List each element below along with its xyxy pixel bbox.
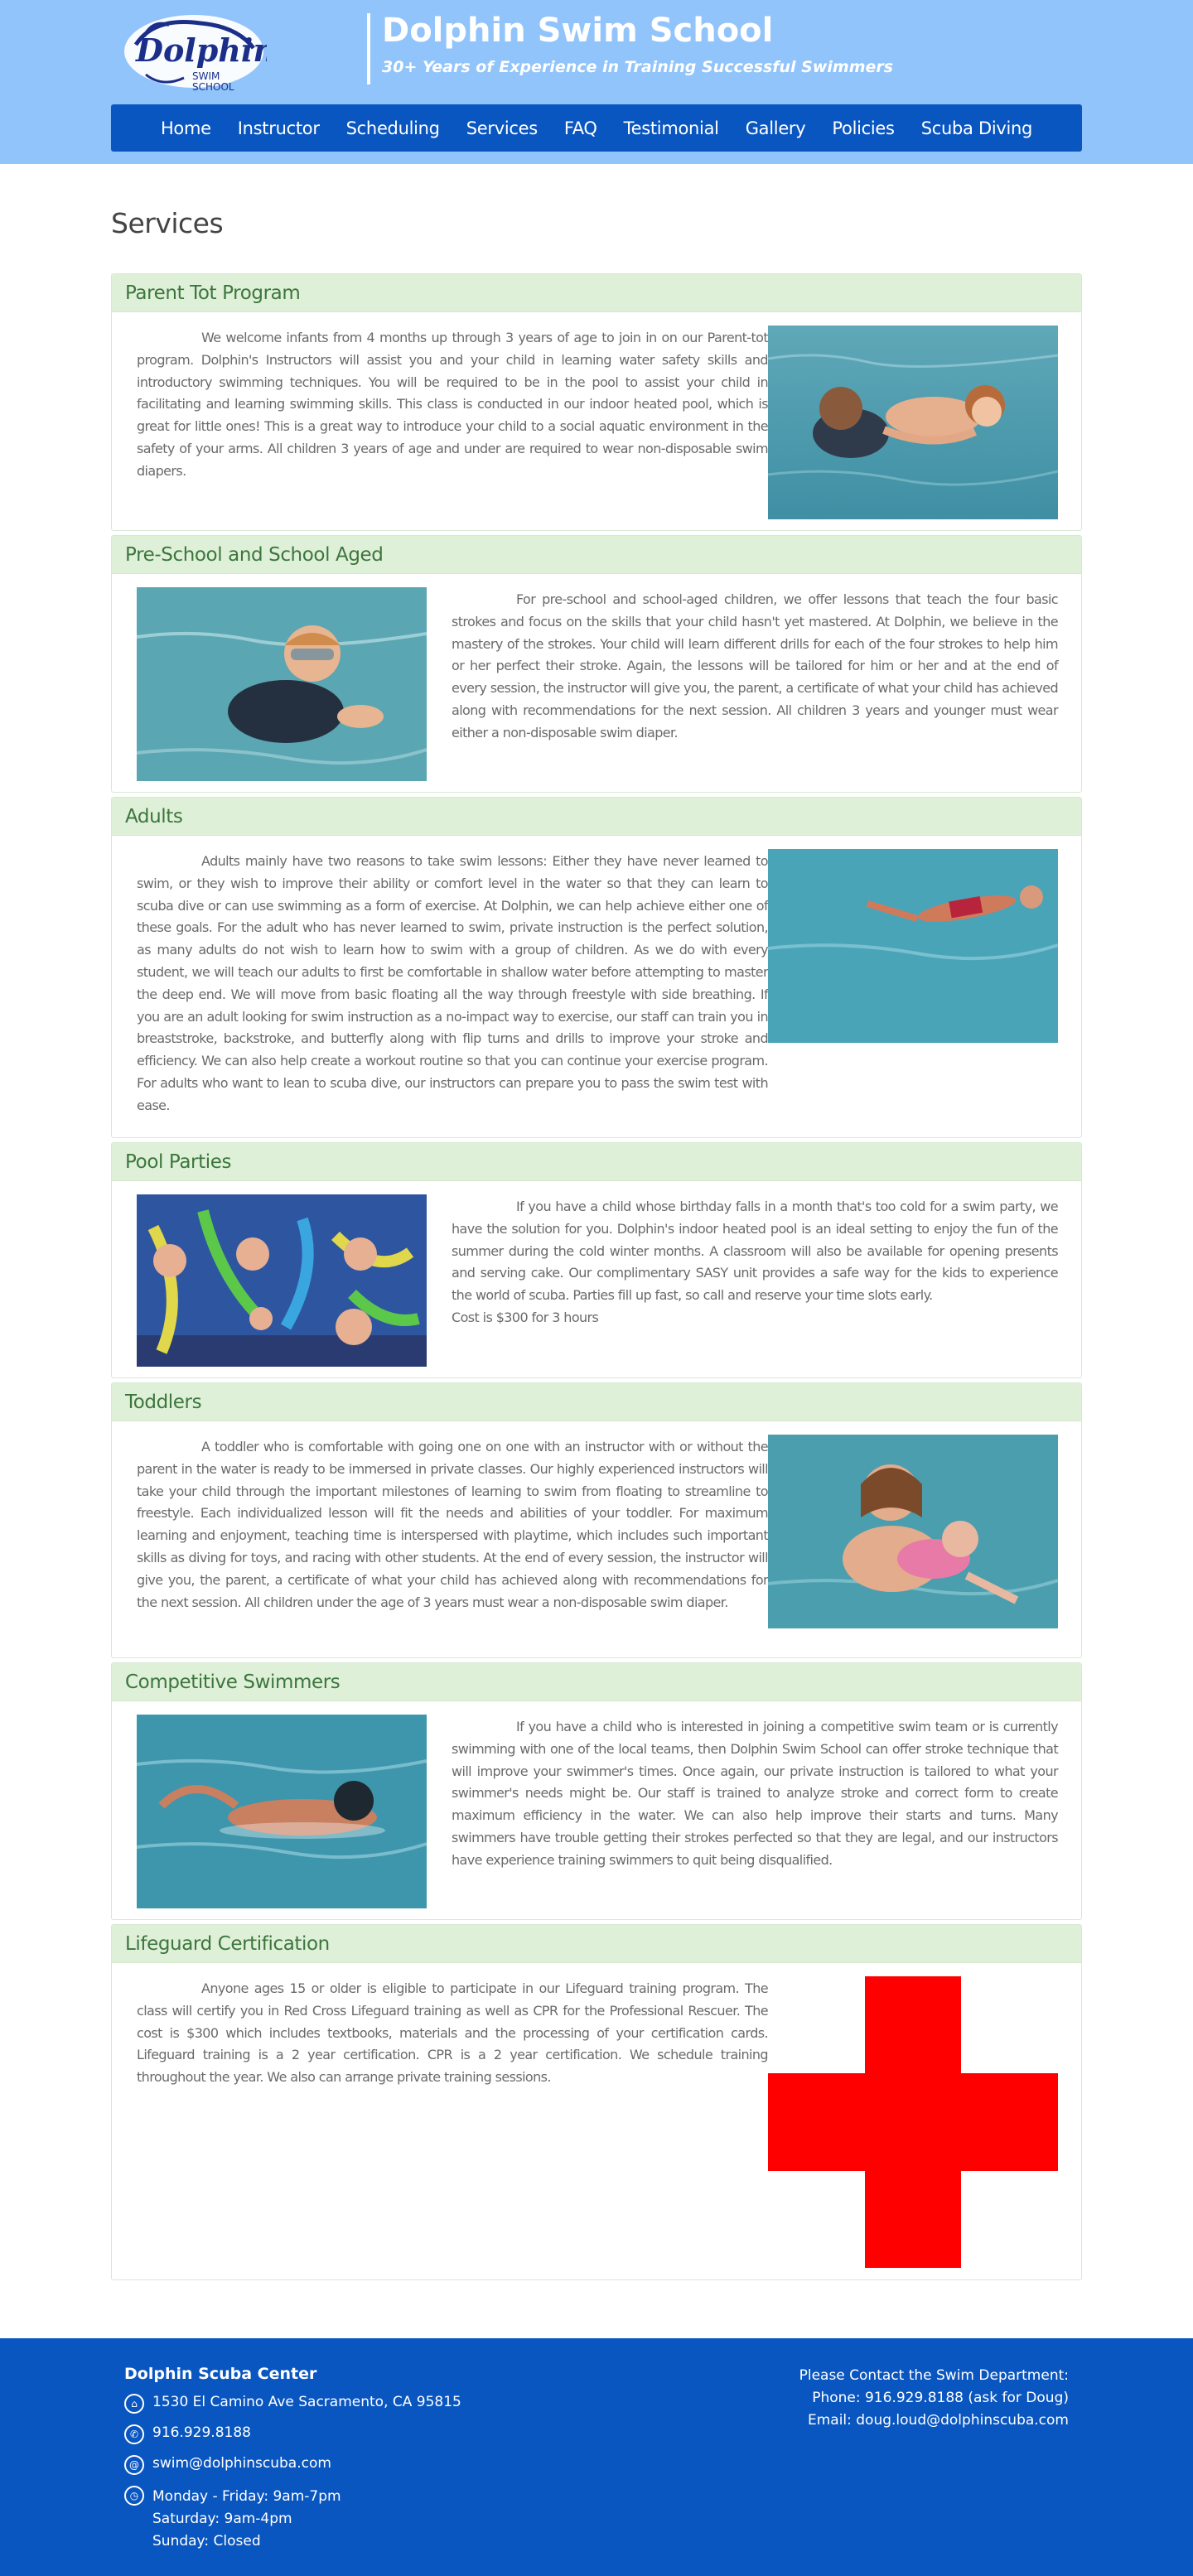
site-tagline: 30+ Years of Experience in Training Succ… (382, 58, 894, 76)
section-parent-tot: Parent Tot Program We welcome infants fr… (111, 273, 1082, 531)
section-heading: Toddlers (112, 1383, 1081, 1421)
section-text: We welcome infants from 4 months up thro… (137, 330, 769, 479)
page-title: Services (111, 207, 224, 239)
home-icon: ⌂ (124, 2394, 144, 2414)
section-heading: Lifeguard Certification (112, 1925, 1081, 1963)
section-heading: Competitive Swimmers (112, 1663, 1081, 1701)
footer-title: Dolphin Scuba Center (124, 2365, 317, 2383)
red-cross-icon (768, 1976, 1058, 2268)
competitive-photo (137, 1715, 427, 1908)
email-icon: @ (124, 2455, 144, 2475)
nav-home[interactable]: Home (147, 118, 225, 138)
nav-policies[interactable]: Policies (819, 118, 907, 138)
section-text: A toddler who is comfortable with going … (137, 1439, 769, 1610)
section-heading: Pre-School and School Aged (112, 536, 1081, 574)
svg-text:SCHOOL: SCHOOL (192, 81, 234, 93)
section-pool-parties: Pool Parties If you have a child whose b… (111, 1142, 1082, 1378)
site-title: Dolphin Swim School (382, 12, 774, 50)
footer-email[interactable]: @ swim@dolphinscuba.com (124, 2455, 331, 2475)
section-lifeguard-certification: Lifeguard Certification Anyone ages 15 o… (111, 1924, 1082, 2280)
svg-text:Dolphin: Dolphin (135, 31, 267, 69)
section-text: Anyone ages 15 or older is eligible to p… (137, 1980, 769, 2086)
section-pre-school: Pre-School and School Aged For pre-schoo… (111, 535, 1082, 793)
nav-services[interactable]: Services (453, 118, 551, 138)
section-text: For pre-school and school-aged children,… (452, 591, 1059, 740)
section-text: If you have a child who is interested in… (452, 1719, 1059, 1868)
phone-icon: ✆ (124, 2424, 144, 2444)
footer-phone[interactable]: ✆ 916.929.8188 (124, 2424, 251, 2444)
site-footer: Dolphin Scuba Center ⌂ 1530 El Camino Av… (0, 2338, 1193, 2576)
footer-hours: ◷ Monday - Friday: 9am-7pm Saturday: 9am… (124, 2486, 341, 2553)
nav-faq[interactable]: FAQ (551, 118, 611, 138)
footer-contact: Please Contact the Swim Department: Phon… (799, 2367, 1069, 2429)
parent-tot-photo (768, 326, 1058, 519)
nav-instructor[interactable]: Instructor (225, 118, 333, 138)
clock-icon: ◷ (124, 2486, 144, 2506)
pool-parties-photo (137, 1194, 427, 1367)
nav-gallery[interactable]: Gallery (732, 118, 819, 138)
section-heading: Parent Tot Program (112, 274, 1081, 312)
nav-scheduling[interactable]: Scheduling (333, 118, 453, 138)
section-adults: Adults Adults mainly have two reasons to… (111, 797, 1082, 1138)
nav-scuba-diving[interactable]: Scuba Diving (908, 118, 1046, 138)
section-text: If you have a child whose birthday falls… (452, 1196, 1059, 1329)
header-divider (367, 13, 370, 84)
nav-testimonial[interactable]: Testimonial (611, 118, 732, 138)
dolphin-logo[interactable]: Dolphin SWIM SCHOOL (121, 12, 276, 96)
footer-address: ⌂ 1530 El Camino Ave Sacramento, CA 9581… (124, 2394, 461, 2414)
adults-photo (768, 849, 1058, 1043)
section-heading: Pool Parties (112, 1143, 1081, 1181)
svg-text:SWIM: SWIM (192, 70, 220, 82)
section-text: Adults mainly have two reasons to take s… (137, 853, 769, 1113)
section-heading: Adults (112, 798, 1081, 836)
pool-party-cost: Cost is $300 for 3 hours (452, 1309, 599, 1325)
site-header: Dolphin SWIM SCHOOL Dolphin Swim School … (0, 0, 1193, 164)
pre-school-photo (137, 587, 427, 781)
section-competitive-swimmers: Competitive Swimmers If you have a child… (111, 1662, 1082, 1920)
toddlers-photo (768, 1435, 1058, 1628)
main-nav: Home Instructor Scheduling Services FAQ … (111, 104, 1082, 152)
section-toddlers: Toddlers A toddler who is comfortable wi… (111, 1382, 1082, 1658)
